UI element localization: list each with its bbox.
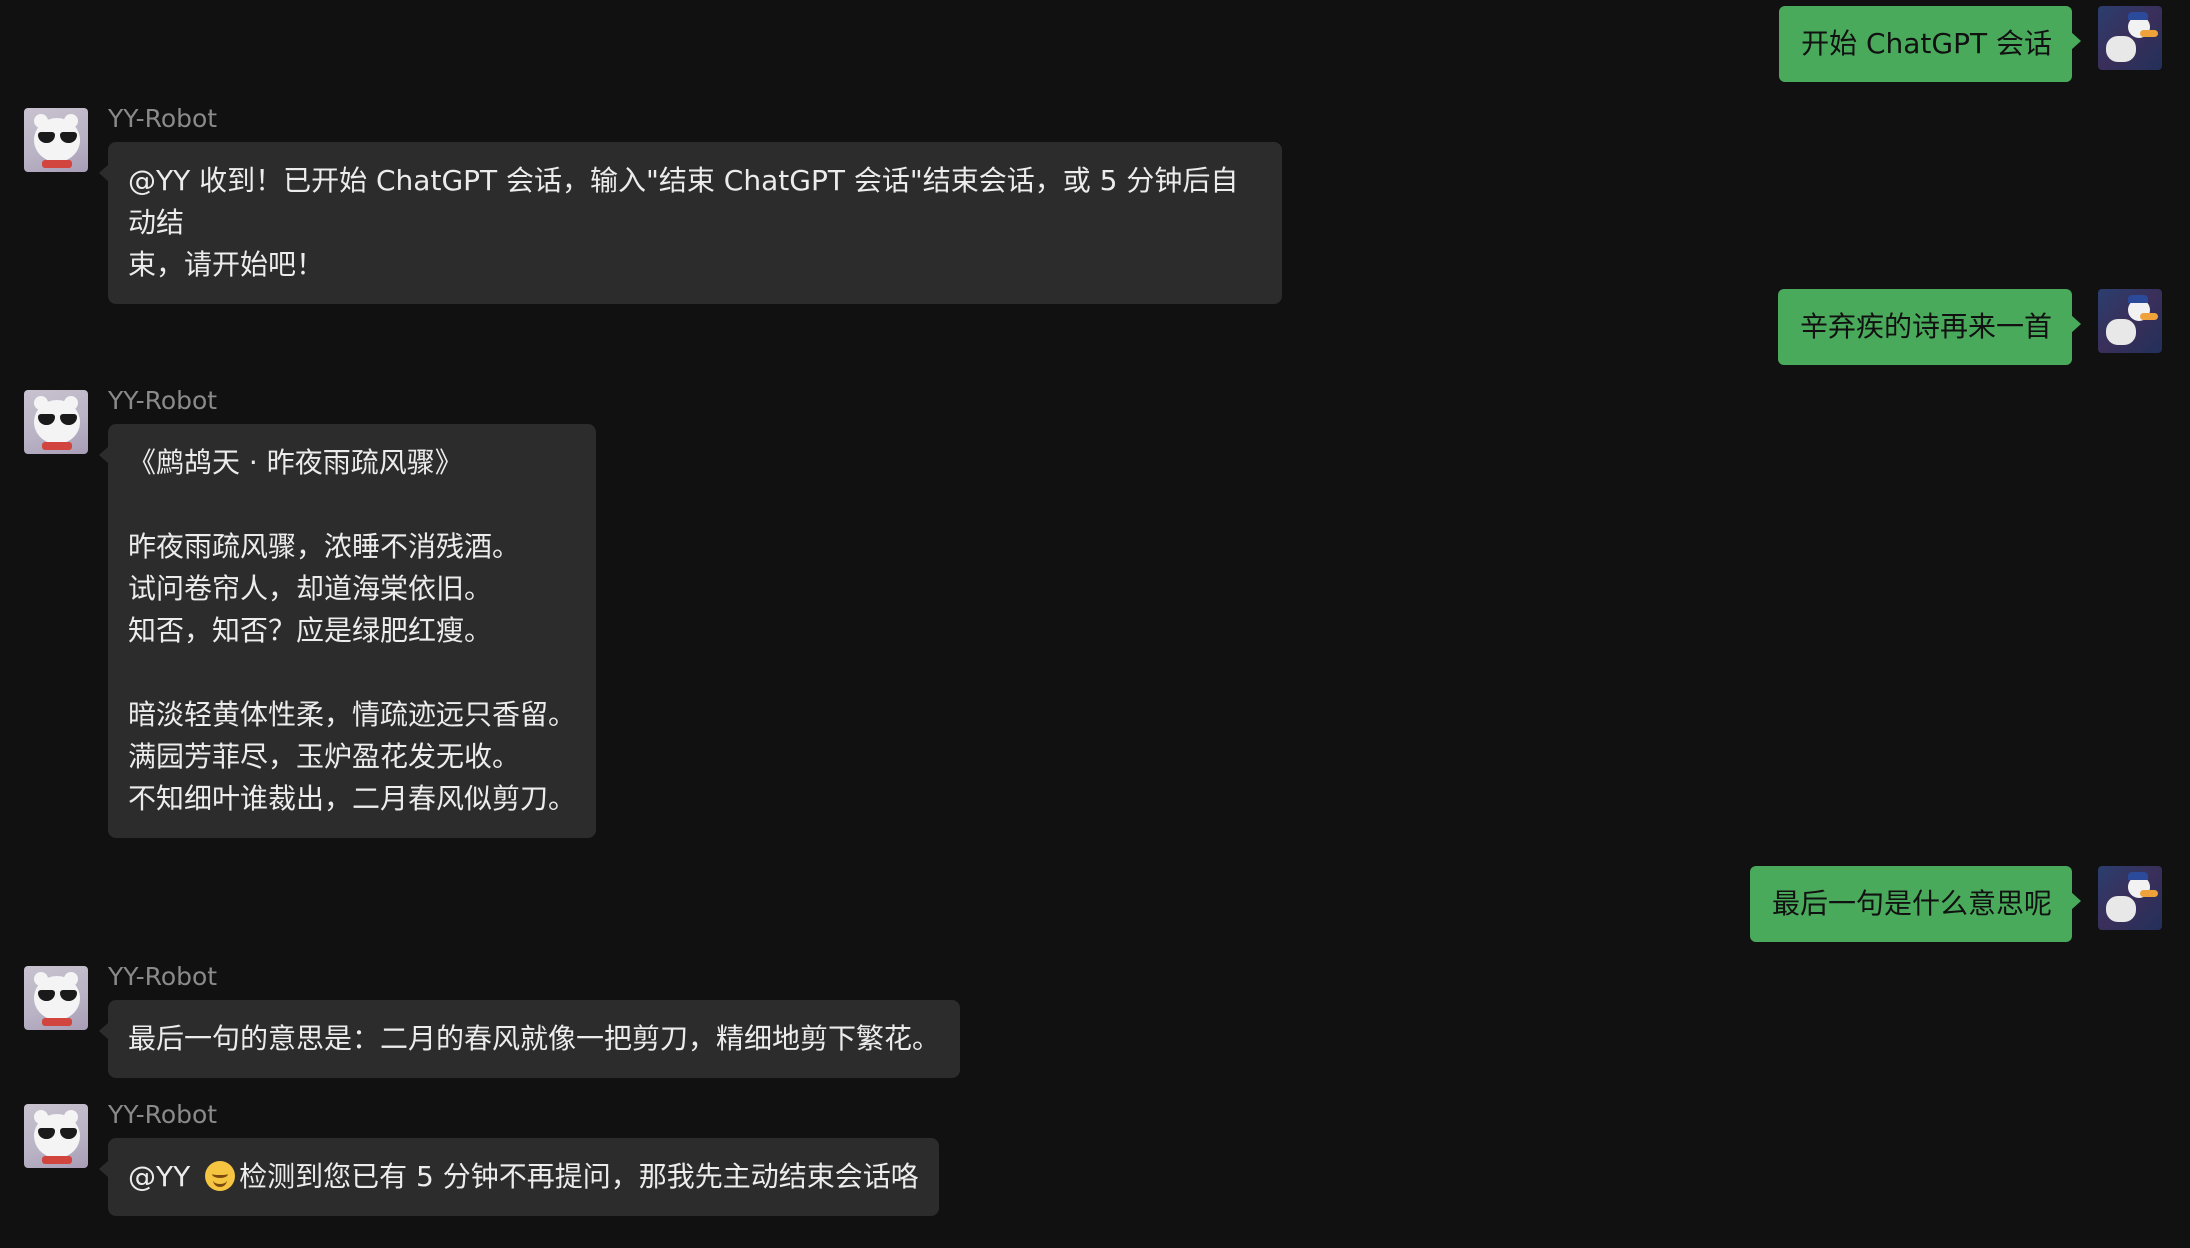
smiling-face-emoji-icon (205, 1161, 236, 1191)
user-avatar[interactable] (2098, 866, 2162, 930)
bot-message: YY-Robot 最后一句的意思是：二月的春风就像一把剪刀，精细地剪下繁花。 (24, 962, 961, 1078)
message-text: 检测到您已有 5 分钟不再提问，那我先主动结束会话咯 (239, 1160, 919, 1193)
bot-message: YY-Robot @YY 检测到您已有 5 分钟不再提问，那我先主动结束会话咯 (24, 1100, 939, 1216)
bot-avatar[interactable] (24, 390, 88, 454)
bot-avatar[interactable] (24, 108, 88, 172)
chat-history[interactable]: 开始 ChatGPT 会话 YY-Robot @YY 收到！已开始 ChatGP… (0, 0, 2190, 1248)
message-bubble[interactable]: 最后一句是什么意思呢 (1749, 866, 2082, 942)
sender-name[interactable]: YY-Robot (108, 386, 596, 416)
sender-name[interactable]: YY-Robot (108, 104, 1282, 134)
message-bubble[interactable]: 《鹧鸪天 · 昨夜雨疏风骤》 昨夜雨疏风骤，浓睡不消残酒。 试问卷帘人，却道海棠… (98, 424, 597, 838)
user-avatar[interactable] (2098, 6, 2162, 70)
user-message: 最后一句是什么意思呢 (1749, 866, 2162, 942)
sender-name[interactable]: YY-Robot (108, 1100, 939, 1130)
bot-message: YY-Robot 《鹧鸪天 · 昨夜雨疏风骤》 昨夜雨疏风骤，浓睡不消残酒。 试… (24, 386, 597, 838)
user-message: 辛弃疾的诗再来一首 (1777, 289, 2162, 365)
duck-icon (2106, 896, 2136, 922)
sender-name[interactable]: YY-Robot (108, 962, 960, 992)
bot-message: YY-Robot @YY 收到！已开始 ChatGPT 会话，输入"结束 Cha… (24, 104, 1282, 304)
user-avatar[interactable] (2098, 289, 2162, 353)
message-bubble[interactable]: 辛弃疾的诗再来一首 (1777, 289, 2082, 365)
duck-icon (2106, 36, 2136, 62)
user-message: 开始 ChatGPT 会话 (1779, 6, 2162, 82)
message-bubble[interactable]: 开始 ChatGPT 会话 (1779, 6, 2081, 82)
message-bubble[interactable]: 最后一句的意思是：二月的春风就像一把剪刀，精细地剪下繁花。 (98, 1000, 961, 1078)
bot-avatar[interactable] (24, 1104, 88, 1168)
duck-icon (2106, 319, 2136, 345)
message-bubble[interactable]: @YY 检测到您已有 5 分钟不再提问，那我先主动结束会话咯 (99, 1138, 939, 1216)
message-bubble[interactable]: @YY 收到！已开始 ChatGPT 会话，输入"结束 ChatGPT 会话"结… (99, 142, 1282, 304)
mention-text: @YY (128, 1160, 200, 1193)
bot-avatar[interactable] (24, 966, 88, 1030)
